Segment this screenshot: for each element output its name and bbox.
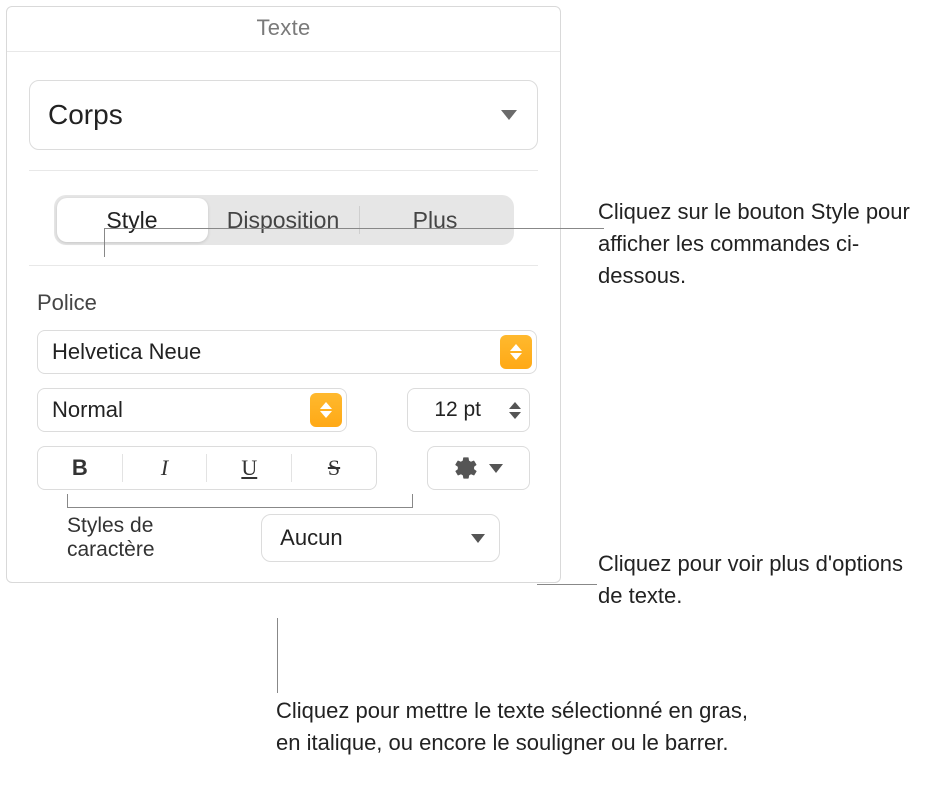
strikethrough-button[interactable]: S [292, 447, 376, 489]
font-section-label: Police [37, 290, 538, 316]
callout-leader [104, 228, 604, 257]
chevron-down-icon [471, 534, 485, 543]
text-format-buttons: B I U S [37, 446, 377, 490]
stepper-up-icon [509, 402, 521, 409]
divider [29, 265, 538, 266]
character-style-select[interactable]: Aucun [261, 514, 500, 562]
character-styles-label: Styles de caractère [67, 514, 243, 562]
callout-gear: Cliquez pour voir plus d'options de text… [598, 548, 928, 612]
font-weight-select[interactable]: Normal [37, 388, 347, 432]
italic-button[interactable]: I [123, 447, 207, 489]
font-weight-value: Normal [52, 397, 123, 423]
panel-title: Texte [7, 7, 560, 52]
font-size-field[interactable]: 12 pt [407, 388, 530, 432]
gear-icon [453, 455, 479, 481]
divider [29, 170, 538, 171]
chevron-down-icon [501, 110, 517, 120]
stepper-down-icon [509, 412, 521, 419]
text-inspector-panel: Texte Corps Style Disposition Plus Polic… [6, 6, 561, 583]
bold-button[interactable]: B [38, 447, 122, 489]
callout-format-buttons: Cliquez pour mettre le texte sélectionné… [276, 695, 756, 759]
popup-arrows-icon [500, 335, 532, 369]
font-size-value: 12 pt [408, 398, 501, 422]
font-family-value: Helvetica Neue [52, 339, 201, 365]
chevron-down-icon [489, 464, 503, 473]
callout-leader [277, 618, 278, 693]
underline-button[interactable]: U [207, 447, 291, 489]
callout-style-tab: Cliquez sur le bouton Style pour affiche… [598, 196, 928, 292]
font-size-stepper[interactable] [501, 402, 529, 419]
font-family-select[interactable]: Helvetica Neue [37, 330, 537, 374]
paragraph-style-select[interactable]: Corps [29, 80, 538, 150]
callout-bracket [67, 494, 413, 508]
paragraph-style-value: Corps [48, 99, 123, 131]
font-block: Helvetica Neue Normal 12 pt B I [37, 330, 530, 562]
advanced-options-button[interactable] [427, 446, 530, 490]
callout-leader [537, 584, 597, 585]
character-style-value: Aucun [280, 525, 342, 551]
popup-arrows-icon [310, 393, 342, 427]
